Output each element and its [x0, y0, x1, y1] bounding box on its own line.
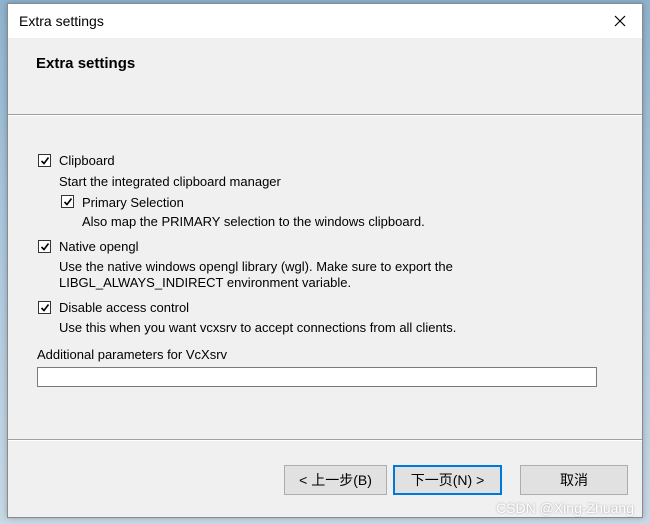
primary-selection-description: Also map the PRIMARY selection to the wi…: [82, 214, 425, 229]
primary-selection-checkbox[interactable]: [61, 195, 74, 208]
dialog-window: Extra settings Extra settings Clipboard …: [7, 3, 643, 518]
header-panel: Extra settings: [8, 38, 642, 114]
native-opengl-label[interactable]: Native opengl: [59, 239, 139, 254]
disable-access-control-description: Use this when you want vcxsrv to accept …: [59, 320, 457, 335]
primary-selection-label[interactable]: Primary Selection: [82, 195, 184, 210]
clipboard-label[interactable]: Clipboard: [59, 153, 115, 168]
cancel-button[interactable]: 取消: [520, 465, 628, 495]
disable-access-control-checkbox[interactable]: [38, 301, 51, 314]
additional-params-label: Additional parameters for VcXsrv: [37, 347, 228, 362]
next-button[interactable]: 下一页(N) >: [393, 465, 502, 495]
disable-access-control-label[interactable]: Disable access control: [59, 300, 189, 315]
additional-params-input[interactable]: [37, 367, 597, 387]
footer-divider: [8, 439, 642, 441]
close-button[interactable]: [598, 4, 642, 38]
checkmark-icon: [40, 242, 49, 251]
native-opengl-description-line2: LIBGL_ALWAYS_INDIRECT environment variab…: [59, 275, 352, 290]
page-title: Extra settings: [36, 55, 136, 72]
checkmark-icon: [40, 303, 49, 312]
header-divider: [8, 114, 642, 116]
clipboard-description: Start the integrated clipboard manager: [59, 174, 281, 189]
window-title: Extra settings: [19, 13, 104, 29]
checkmark-icon: [40, 156, 49, 165]
checkmark-icon: [63, 197, 72, 206]
clipboard-checkbox[interactable]: [38, 154, 51, 167]
close-icon: [614, 15, 626, 27]
title-bar: Extra settings: [8, 4, 642, 38]
back-button[interactable]: < 上一步(B): [284, 465, 387, 495]
native-opengl-description-line1: Use the native windows opengl library (w…: [59, 259, 453, 274]
watermark: CSDN @Xing-Zhuang: [496, 500, 634, 516]
native-opengl-checkbox[interactable]: [38, 240, 51, 253]
